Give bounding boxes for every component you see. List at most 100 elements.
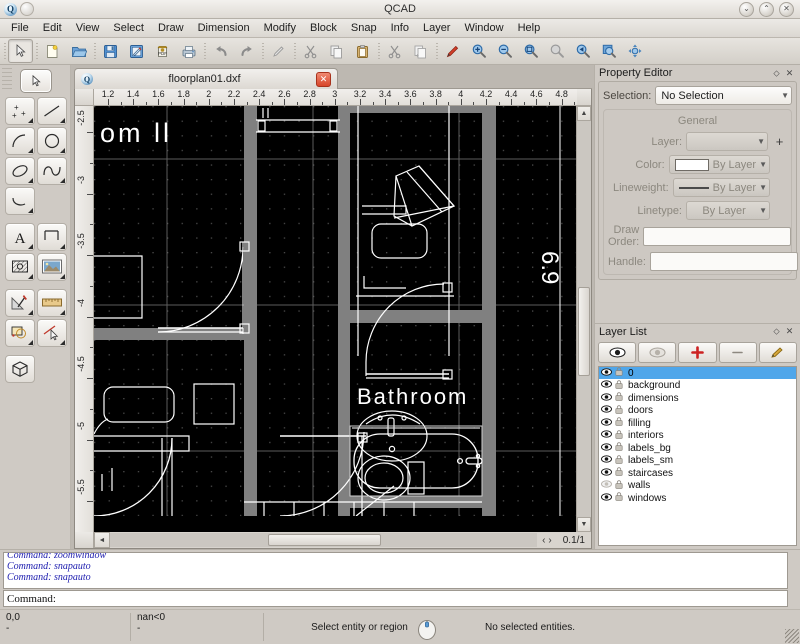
document-tab[interactable]: Q floorplan01.dxf ✕ bbox=[74, 68, 338, 89]
layer-list-item[interactable]: background bbox=[599, 379, 796, 392]
select-tool[interactable] bbox=[20, 69, 52, 93]
layer-visibility-toggle[interactable] bbox=[601, 392, 612, 404]
scroll-down-button[interactable]: ▼ bbox=[577, 517, 591, 532]
vertical-scroll-track[interactable] bbox=[577, 121, 591, 517]
window-menu-icon[interactable] bbox=[20, 2, 34, 16]
layer-combo[interactable]: ▼ bbox=[686, 132, 768, 151]
layer-visibility-toggle[interactable] bbox=[601, 480, 612, 491]
vertical-scroll-thumb[interactable] bbox=[578, 287, 590, 377]
layer-visibility-toggle[interactable] bbox=[601, 455, 612, 466]
resize-grip[interactable] bbox=[785, 629, 799, 643]
print-icon[interactable] bbox=[176, 39, 201, 63]
spline-tool[interactable] bbox=[37, 157, 67, 185]
image-tool[interactable] bbox=[37, 253, 67, 281]
menu-dimension[interactable]: Dimension bbox=[191, 21, 257, 35]
layer-lock-toggle[interactable] bbox=[615, 417, 623, 429]
pen-draw-icon[interactable] bbox=[440, 39, 465, 63]
layer-list[interactable]: 0 background dimensions doors filling interio… bbox=[598, 365, 797, 546]
remove-layer-button[interactable] bbox=[718, 341, 757, 363]
select-arrow-tool-icon[interactable] bbox=[8, 39, 33, 63]
layer-list-float-icon[interactable]: ⬦ bbox=[770, 325, 783, 338]
hatch-tool[interactable] bbox=[5, 253, 35, 281]
layer-lock-toggle[interactable] bbox=[615, 454, 623, 467]
zoom-out-icon[interactable] bbox=[492, 39, 517, 63]
layer-list-item[interactable]: walls bbox=[599, 479, 796, 492]
copy-with-reference-icon[interactable] bbox=[408, 39, 433, 63]
modify-tool[interactable] bbox=[5, 289, 35, 317]
text-tool[interactable]: A bbox=[5, 223, 35, 251]
layer-lock-toggle[interactable] bbox=[615, 467, 623, 479]
paste-icon[interactable] bbox=[350, 39, 375, 63]
toolbar-grip[interactable] bbox=[2, 41, 7, 61]
layer-visibility-toggle[interactable] bbox=[601, 417, 612, 429]
scroll-left-button[interactable]: ◄ bbox=[94, 532, 110, 548]
cut-with-reference-icon[interactable] bbox=[382, 39, 407, 63]
ellipse-tool[interactable] bbox=[5, 157, 35, 185]
property-editor-close-icon[interactable]: ✕ bbox=[783, 67, 796, 80]
layer-visibility-toggle[interactable] bbox=[601, 430, 612, 441]
close-button[interactable]: ✕ bbox=[779, 1, 794, 17]
add-layer-icon[interactable]: + bbox=[772, 134, 787, 149]
open-file-icon[interactable] bbox=[66, 39, 91, 63]
show-all-layers-button[interactable] bbox=[598, 341, 637, 363]
circle-tool[interactable] bbox=[37, 127, 67, 155]
measure-tool[interactable] bbox=[37, 289, 67, 317]
menu-edit[interactable]: Edit bbox=[36, 21, 69, 35]
zoom-pan-icon[interactable] bbox=[622, 39, 647, 63]
edit-draw-pencil-icon[interactable] bbox=[266, 39, 291, 63]
command-history[interactable]: Command: zoomwindow Command: snapauto Comm… bbox=[3, 552, 788, 589]
layer-lock-toggle[interactable] bbox=[615, 479, 623, 492]
handle-field[interactable] bbox=[649, 252, 798, 271]
info-tool[interactable] bbox=[37, 319, 67, 347]
layer-visibility-toggle[interactable] bbox=[601, 380, 612, 391]
isometric-tool[interactable] bbox=[5, 355, 35, 383]
cad-canvas[interactable]: om ll Bathroom 6.9 bbox=[94, 106, 576, 532]
snap-tool[interactable] bbox=[5, 319, 35, 347]
layer-lock-toggle[interactable] bbox=[615, 429, 623, 442]
layer-list-item[interactable]: doors bbox=[599, 404, 796, 417]
layer-lock-toggle[interactable] bbox=[615, 367, 623, 379]
layer-list-item[interactable]: 0 bbox=[599, 366, 796, 380]
menu-window[interactable]: Window bbox=[457, 21, 510, 35]
zoom-previous-icon[interactable] bbox=[570, 39, 595, 63]
nav-next-button[interactable]: › bbox=[548, 535, 551, 546]
layer-lock-toggle[interactable] bbox=[615, 404, 623, 417]
zoom-selection-icon[interactable] bbox=[544, 39, 569, 63]
save-as-file-icon[interactable] bbox=[124, 39, 149, 63]
menu-select[interactable]: Select bbox=[106, 21, 151, 35]
menu-snap[interactable]: Snap bbox=[344, 21, 384, 35]
lineweight-combo[interactable]: By Layer ▼ bbox=[672, 178, 770, 197]
menu-view[interactable]: View bbox=[69, 21, 107, 35]
horizontal-scroll-track[interactable] bbox=[110, 533, 538, 547]
menu-modify[interactable]: Modify bbox=[257, 21, 303, 35]
tab-close-icon[interactable]: ✕ bbox=[316, 71, 331, 87]
new-file-icon[interactable] bbox=[40, 39, 65, 63]
redo-icon[interactable] bbox=[234, 39, 259, 63]
polyline-tool[interactable] bbox=[5, 187, 35, 215]
layer-list-item[interactable]: dimensions bbox=[599, 392, 796, 405]
layer-lock-toggle[interactable] bbox=[615, 492, 623, 504]
layer-visibility-toggle[interactable] bbox=[601, 467, 612, 479]
layer-lock-toggle[interactable] bbox=[615, 392, 623, 404]
linetype-combo[interactable]: By Layer ▼ bbox=[686, 201, 770, 220]
command-history-scrollbar[interactable] bbox=[776, 553, 787, 588]
layer-visibility-toggle[interactable] bbox=[601, 492, 612, 504]
command-input[interactable]: Command: bbox=[3, 590, 788, 607]
layer-list-item[interactable]: labels_bg bbox=[599, 442, 796, 455]
layer-list-item[interactable]: filling bbox=[599, 417, 796, 430]
hide-all-layers-button[interactable] bbox=[638, 341, 677, 363]
menu-file[interactable]: File bbox=[4, 21, 36, 35]
palette-grip[interactable] bbox=[2, 68, 12, 92]
draw-order-field[interactable] bbox=[643, 226, 792, 246]
zoom-in-icon[interactable] bbox=[466, 39, 491, 63]
edit-layer-button[interactable] bbox=[758, 341, 798, 363]
menu-block[interactable]: Block bbox=[303, 21, 344, 35]
arc-tool[interactable] bbox=[5, 127, 35, 155]
layer-list-item[interactable]: interiors bbox=[599, 429, 796, 442]
cut-icon[interactable] bbox=[298, 39, 323, 63]
color-combo[interactable]: By Layer ▼ bbox=[668, 155, 770, 174]
menu-draw[interactable]: Draw bbox=[151, 21, 191, 35]
undo-icon[interactable] bbox=[208, 39, 233, 63]
selection-combo[interactable]: No Selection ▼ bbox=[655, 86, 792, 105]
minimize-button[interactable]: ⌄ bbox=[739, 1, 754, 17]
